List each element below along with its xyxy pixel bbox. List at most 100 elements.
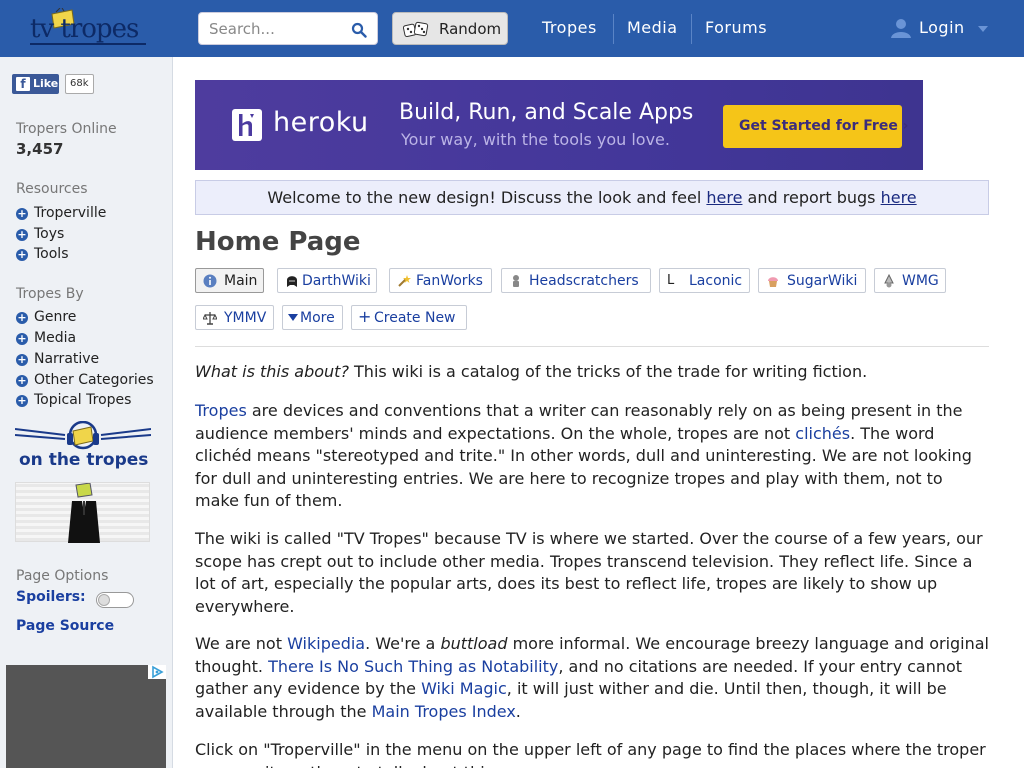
discuss-here-link[interactable]: here — [706, 188, 742, 207]
facebook-like-button[interactable]: f Like — [12, 74, 59, 94]
ad-subtagline: Your way, with the tools you love. — [401, 130, 670, 149]
sidebar-item-label: Toys — [34, 226, 65, 242]
tab-main[interactable]: Main — [195, 268, 264, 293]
search-input[interactable] — [209, 19, 339, 39]
plus-circle-icon: + — [16, 207, 28, 220]
tropes-by-heading: Tropes By — [16, 286, 84, 302]
tropers-online-label: Tropers Online — [16, 121, 117, 137]
facebook-like-label: Like — [33, 77, 59, 90]
random-button[interactable]: Random — [392, 12, 508, 45]
intro-paragraph: What is this about? This wiki is a catal… — [195, 361, 989, 384]
create-new-button[interactable]: + Create New — [351, 305, 467, 330]
spoilers-label: Spoilers: — [16, 589, 86, 605]
adchoices-icon[interactable] — [148, 665, 166, 679]
sidebar-item-label: Other Categories — [34, 372, 154, 388]
facebook-like-count: 68k — [65, 74, 94, 94]
sidebar-item-label: Tools — [34, 246, 69, 262]
tropes-link[interactable]: Tropes — [195, 401, 247, 420]
tab-label: DarthWiki — [302, 273, 371, 289]
facebook-icon: f — [16, 77, 30, 91]
page-title: Home Page — [195, 227, 361, 257]
tab-sugarwiki[interactable]: SugarWiki — [758, 268, 866, 293]
tab-label: More — [300, 310, 335, 326]
report-bugs-here-link[interactable]: here — [881, 188, 917, 207]
tab-label: YMMV — [224, 310, 267, 326]
tab-headscratchers[interactable]: Headscratchers — [501, 268, 651, 293]
get-started-button[interactable]: Get Started for Free › — [723, 105, 908, 148]
top-navbar: tv tropes Random Tropes Media Forums Log… — [0, 0, 1024, 57]
sidebar-item-label: Genre — [34, 309, 77, 325]
ontropes-text: on the tropes — [19, 450, 148, 470]
caret-down-icon — [288, 314, 298, 321]
chevron-down-icon[interactable] — [978, 26, 988, 32]
tab-wmg[interactable]: WMG — [874, 268, 946, 293]
thinker-icon — [513, 275, 519, 287]
heroku-ad-banner[interactable]: heroku Build, Run, and Scale Apps Your w… — [195, 80, 923, 170]
tab-label: Laconic — [689, 273, 743, 289]
dice-icon — [403, 21, 429, 38]
darth-helmet-icon — [287, 276, 297, 287]
user-icon[interactable] — [890, 17, 912, 39]
plus-circle-icon: + — [16, 228, 28, 241]
plus-circle-icon: + — [16, 374, 28, 387]
paragraph-text: . — [515, 701, 521, 721]
intro-text: This wiki is a catalog of the tricks of … — [348, 362, 868, 381]
nav-divider — [691, 14, 692, 44]
tab-label: FanWorks — [416, 273, 483, 289]
nav-forums[interactable]: Forums — [705, 18, 767, 37]
paragraph-text: We are not — [195, 634, 288, 653]
cta-label: Get Started for Free › — [739, 118, 909, 134]
tropes-paragraph: Tropes are devices and conventions that … — [195, 400, 989, 513]
tinfoil-hat-icon — [884, 274, 894, 288]
content-divider — [195, 346, 989, 347]
not-wikipedia-paragraph: We are not Wikipedia. We're a buttload m… — [195, 633, 989, 723]
page-source-link[interactable]: Page Source — [16, 618, 114, 634]
welcome-text: Welcome to the new design! Discuss the l… — [267, 188, 707, 207]
tab-ymmv[interactable]: YMMV — [195, 305, 274, 330]
wand-icon — [398, 275, 411, 287]
info-icon — [203, 274, 217, 288]
page-options-heading: Page Options — [16, 568, 109, 584]
cliches-link[interactable]: clichés — [795, 424, 850, 443]
plus-circle-icon: + — [16, 353, 28, 366]
troperville-paragraph: Click on "Troperville" in the menu on th… — [195, 740, 986, 768]
notability-link[interactable]: There Is No Such Thing as Notability — [268, 657, 558, 676]
wikipedia-link[interactable]: Wikipedia — [287, 634, 365, 653]
resources-heading: Resources — [16, 181, 88, 197]
login-link[interactable]: Login — [919, 18, 965, 37]
welcome-notice: Welcome to the new design! Discuss the l… — [195, 180, 989, 215]
plus-circle-icon: + — [16, 332, 28, 345]
tab-more[interactable]: More — [282, 305, 343, 330]
sidebar-item-label: Troperville — [34, 205, 107, 221]
letter-l-icon: L — [667, 273, 675, 288]
paragraph-text: . We're a — [365, 634, 441, 653]
search-box — [198, 12, 378, 45]
tropey-mascot-image[interactable] — [15, 482, 150, 543]
cupcake-icon — [768, 277, 778, 287]
plus-circle-icon: + — [16, 311, 28, 324]
site-logo[interactable]: tv tropes — [30, 14, 139, 44]
main-tropes-index-link[interactable]: Main Tropes Index — [372, 702, 516, 721]
ad-tagline: Build, Run, and Scale Apps — [399, 100, 694, 125]
tropers-online-count: 3,457 — [16, 140, 64, 158]
sidebar-ad[interactable] — [6, 665, 166, 768]
tab-darthwiki[interactable]: DarthWiki — [277, 268, 377, 293]
tab-label: WMG — [902, 273, 939, 289]
emphasis-text: buttload — [440, 634, 508, 653]
on-the-tropes-podcast-banner[interactable]: on the tropes — [15, 421, 151, 473]
nav-media[interactable]: Media — [627, 18, 678, 37]
mascot-figure-icon — [68, 482, 100, 543]
search-icon[interactable] — [351, 22, 367, 38]
nav-tropes[interactable]: Tropes — [542, 18, 597, 37]
left-sidebar: f Like 68k Tropers Online 3,457 Resource… — [0, 57, 173, 768]
sidebar-item-label: Media — [34, 330, 77, 346]
tab-label: Create New — [374, 310, 456, 326]
spoilers-toggle[interactable] — [96, 592, 134, 608]
tab-laconic[interactable]: L Laconic — [659, 268, 750, 293]
logo-underline — [30, 43, 146, 45]
welcome-text-middle: and report bugs — [742, 188, 881, 207]
wiki-magic-link[interactable]: Wiki Magic — [421, 679, 507, 698]
tab-fanworks[interactable]: FanWorks — [389, 268, 492, 293]
plus-circle-icon: + — [16, 394, 28, 407]
plus-icon: + — [358, 307, 372, 326]
